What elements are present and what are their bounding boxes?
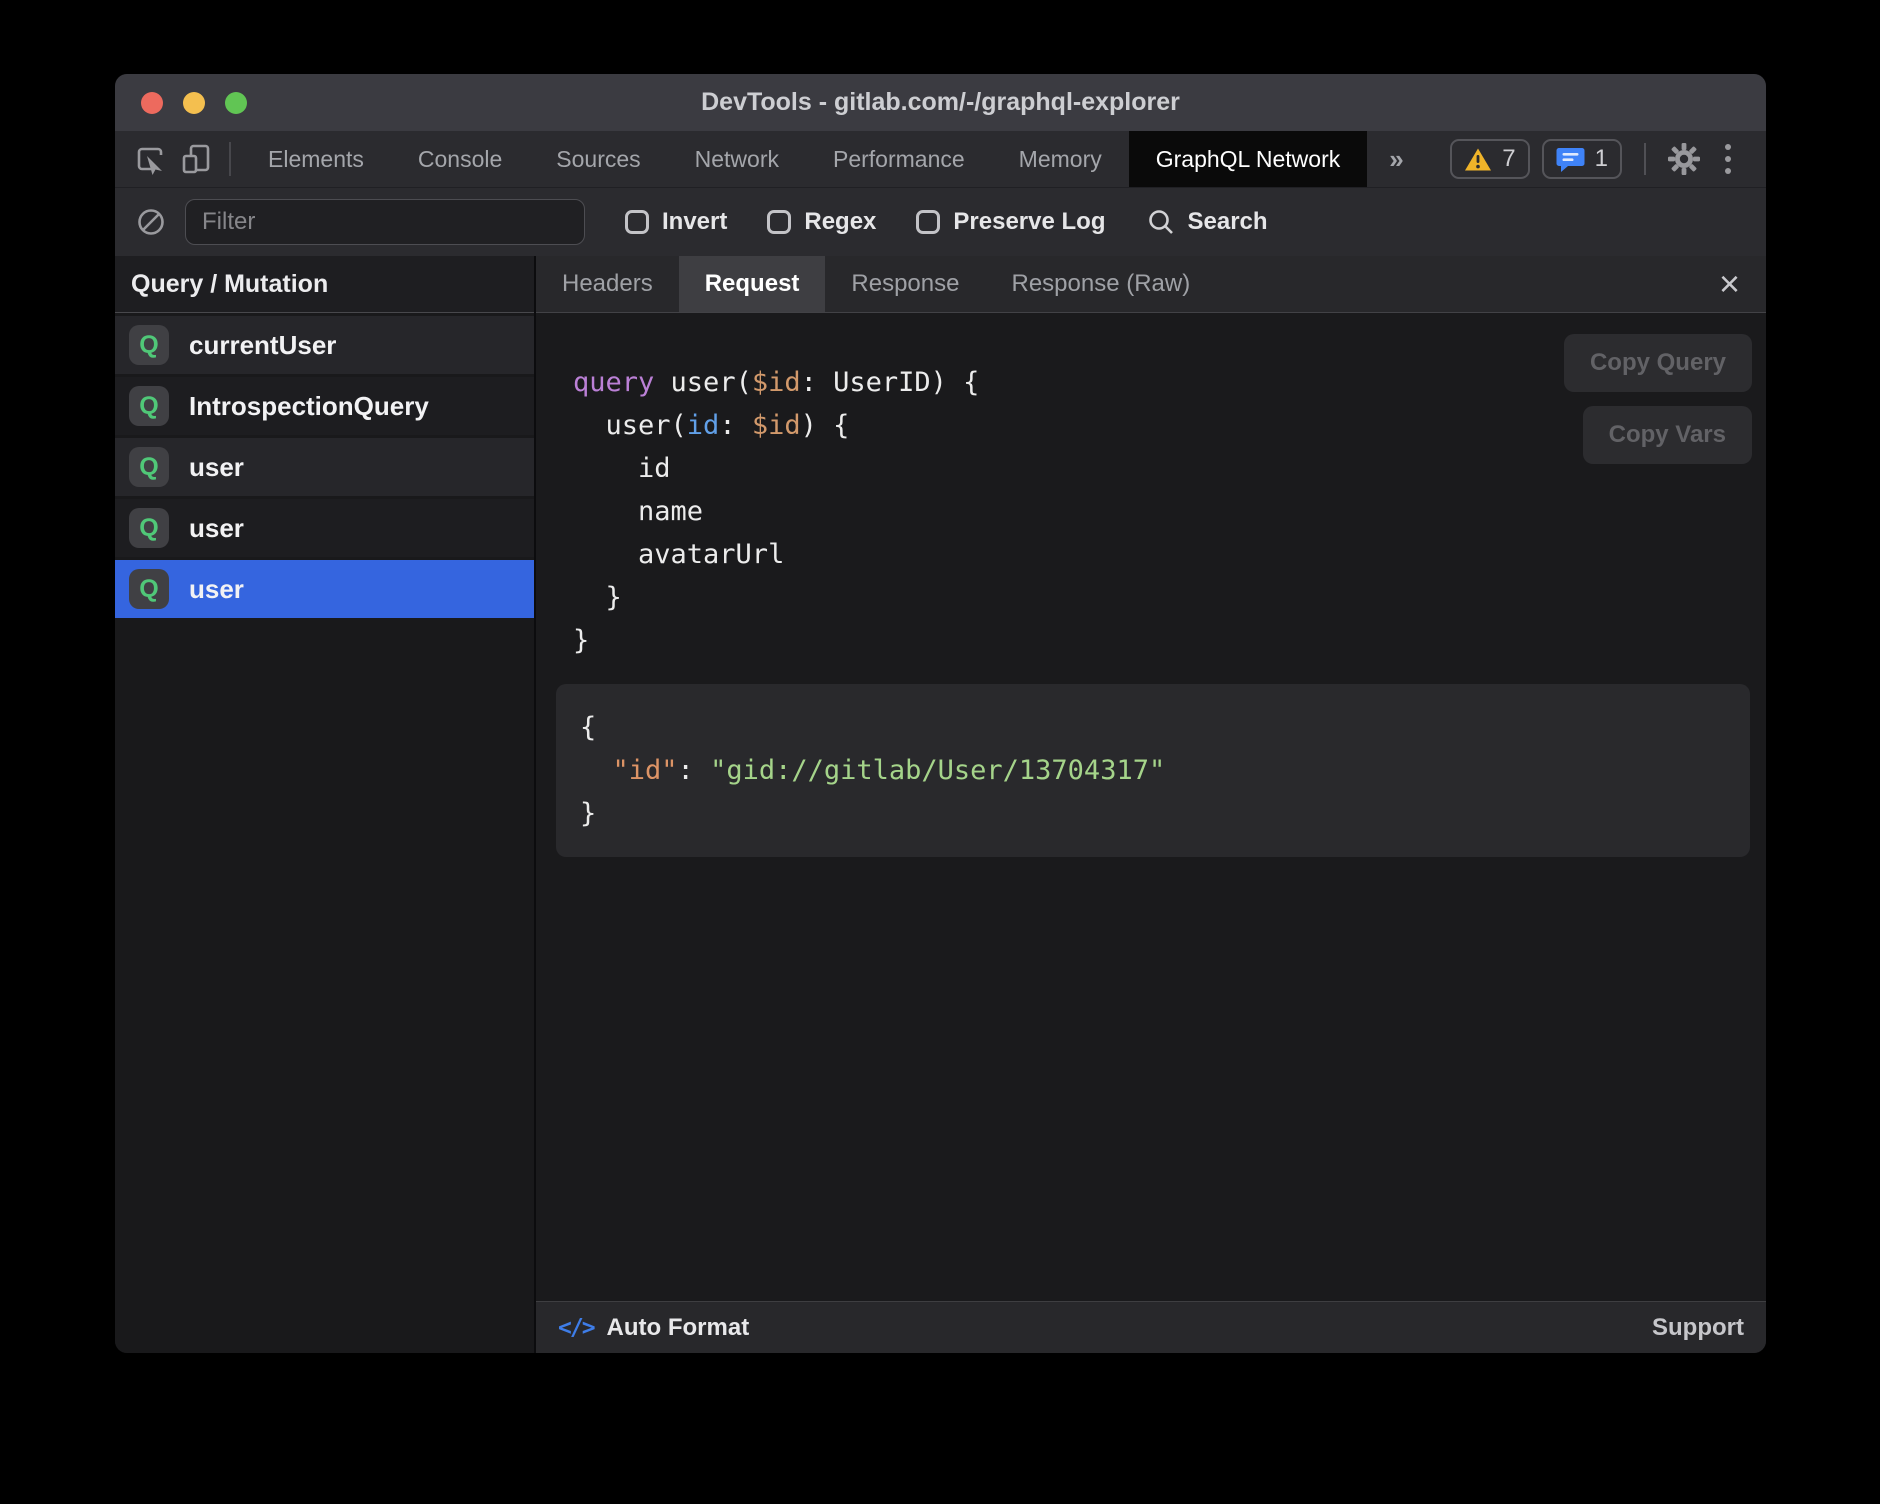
query-type-badge: Q bbox=[129, 325, 169, 365]
query-type-badge: Q bbox=[129, 569, 169, 609]
panel-footer: </> Auto Format Support bbox=[536, 1301, 1766, 1353]
support-link[interactable]: Support bbox=[1652, 1314, 1744, 1342]
copy-buttons: Copy Query Copy Vars bbox=[1564, 334, 1752, 464]
query-name: user bbox=[189, 513, 244, 544]
clear-button[interactable] bbox=[131, 207, 171, 237]
devtools-tab-console[interactable]: Console bbox=[391, 131, 529, 187]
panel-tab-headers[interactable]: Headers bbox=[536, 256, 679, 312]
devtools-tabs: ElementsConsoleSourcesNetworkPerformance… bbox=[241, 131, 1367, 187]
copy-vars-button[interactable]: Copy Vars bbox=[1583, 406, 1752, 464]
query-name: user bbox=[189, 452, 244, 483]
code-line: } bbox=[573, 619, 1750, 662]
warnings-badge[interactable]: 7 bbox=[1450, 139, 1529, 179]
code-line: } bbox=[580, 792, 1726, 835]
code-line: "id": "gid://gitlab/User/13704317" bbox=[580, 749, 1726, 792]
checkbox-group-regex[interactable]: Regex bbox=[767, 208, 876, 236]
device-toolbar-button[interactable] bbox=[173, 137, 219, 181]
query-type-badge: Q bbox=[129, 508, 169, 548]
warning-icon bbox=[1464, 147, 1492, 172]
minimize-window-button[interactable] bbox=[183, 92, 205, 114]
devtools-tab-graphql-network[interactable]: GraphQL Network bbox=[1129, 131, 1368, 187]
devtools-tab-performance[interactable]: Performance bbox=[806, 131, 992, 187]
devtools-tab-memory[interactable]: Memory bbox=[992, 131, 1129, 187]
auto-format-button[interactable]: Auto Format bbox=[607, 1314, 750, 1342]
query-list-item-user-3[interactable]: Quser bbox=[115, 499, 534, 557]
sidebar-title: Query / Mutation bbox=[131, 270, 328, 299]
query-type-badge: Q bbox=[129, 386, 169, 426]
invert-checkbox[interactable] bbox=[625, 210, 649, 234]
devtools-tab-bar: ElementsConsoleSourcesNetworkPerformance… bbox=[115, 131, 1766, 187]
code-line: { bbox=[580, 706, 1726, 749]
title-bar: DevTools - gitlab.com/-/graphql-explorer bbox=[115, 74, 1766, 131]
messages-badge[interactable]: 1 bbox=[1542, 139, 1622, 179]
query-sidebar: Query / Mutation QcurrentUserQIntrospect… bbox=[115, 256, 536, 1353]
panel-tab-request[interactable]: Request bbox=[679, 256, 826, 312]
checkbox-group-invert[interactable]: Invert bbox=[625, 208, 727, 236]
query-list-item-currentuser-0[interactable]: QcurrentUser bbox=[115, 316, 534, 374]
tabbar-right-controls: 7 1 bbox=[1438, 131, 1766, 187]
code-line: name bbox=[573, 490, 1750, 533]
query-list: QcurrentUserQIntrospectionQueryQuserQuse… bbox=[115, 313, 534, 1353]
panel-tab-bar: HeadersRequestResponseResponse (Raw) × bbox=[536, 256, 1766, 313]
invert-label: Invert bbox=[662, 208, 727, 236]
window-title: DevTools - gitlab.com/-/graphql-explorer bbox=[701, 88, 1180, 117]
query-variables-box: { "id": "gid://gitlab/User/13704317"} bbox=[556, 684, 1750, 857]
search-icon bbox=[1147, 208, 1175, 236]
query-list-item-user-4[interactable]: Quser bbox=[115, 560, 534, 618]
devtools-tab-sources[interactable]: Sources bbox=[529, 131, 667, 187]
preserve-log-label: Preserve Log bbox=[953, 208, 1105, 236]
tool-icons bbox=[115, 131, 241, 187]
panel-tab-response-raw[interactable]: Response (Raw) bbox=[985, 256, 1216, 312]
preserve-log-checkbox[interactable] bbox=[916, 210, 940, 234]
devtools-tab-elements[interactable]: Elements bbox=[241, 131, 391, 187]
inspect-cursor-icon bbox=[133, 142, 167, 176]
query-name: currentUser bbox=[189, 330, 336, 361]
search-label: Search bbox=[1187, 208, 1267, 236]
checkbox-group-preserve-log[interactable]: Preserve Log bbox=[916, 208, 1105, 236]
request-panel: HeadersRequestResponseResponse (Raw) × C… bbox=[536, 256, 1766, 1353]
message-count: 1 bbox=[1595, 145, 1608, 173]
warning-count: 7 bbox=[1502, 145, 1515, 173]
query-name: IntrospectionQuery bbox=[189, 391, 429, 422]
query-list-item-user-2[interactable]: Quser bbox=[115, 438, 534, 496]
panel-tab-response[interactable]: Response bbox=[825, 256, 985, 312]
devtools-tab-network[interactable]: Network bbox=[668, 131, 806, 187]
copy-query-button[interactable]: Copy Query bbox=[1564, 334, 1752, 392]
chat-bubble-icon bbox=[1556, 146, 1585, 173]
content-area: Query / Mutation QcurrentUserQIntrospect… bbox=[115, 256, 1766, 1353]
more-tabs-button[interactable]: » bbox=[1367, 131, 1425, 187]
kebab-dot bbox=[1725, 144, 1731, 150]
zoom-window-button[interactable] bbox=[225, 92, 247, 114]
code-line: avatarUrl bbox=[573, 533, 1750, 576]
filter-input[interactable] bbox=[185, 199, 585, 245]
code-line: } bbox=[573, 576, 1750, 619]
kebab-dot bbox=[1725, 156, 1731, 162]
filter-checkboxes: Invert Regex Preserve Log bbox=[585, 208, 1105, 236]
query-type-badge: Q bbox=[129, 447, 169, 487]
block-icon bbox=[136, 207, 166, 237]
query-list-item-introspectionquery-1[interactable]: Q IntrospectionQuery bbox=[115, 377, 534, 435]
window-controls bbox=[141, 92, 247, 114]
panel-tabs: HeadersRequestResponseResponse (Raw) bbox=[536, 256, 1216, 312]
toolbar-divider bbox=[229, 142, 231, 176]
settings-button[interactable] bbox=[1662, 137, 1706, 181]
inspect-element-button[interactable] bbox=[127, 137, 173, 181]
badge-divider bbox=[1644, 143, 1646, 175]
search-button[interactable]: Search bbox=[1147, 208, 1267, 236]
gear-icon bbox=[1667, 142, 1701, 176]
regex-label: Regex bbox=[804, 208, 876, 236]
close-window-button[interactable] bbox=[141, 92, 163, 114]
regex-checkbox[interactable] bbox=[767, 210, 791, 234]
kebab-dot bbox=[1725, 168, 1731, 174]
devtools-window: DevTools - gitlab.com/-/graphql-explorer… bbox=[115, 74, 1766, 1353]
query-name: user bbox=[189, 574, 244, 605]
filter-bar: Invert Regex Preserve Log Search bbox=[115, 187, 1766, 256]
sidebar-header: Query / Mutation bbox=[115, 256, 534, 313]
device-toolbar-icon bbox=[179, 142, 213, 176]
code-format-icon: </> bbox=[558, 1315, 594, 1341]
request-body: Copy Query Copy Vars query user($id: Use… bbox=[536, 313, 1766, 1301]
more-options-button[interactable] bbox=[1706, 144, 1750, 174]
close-panel-button[interactable]: × bbox=[1709, 256, 1750, 312]
